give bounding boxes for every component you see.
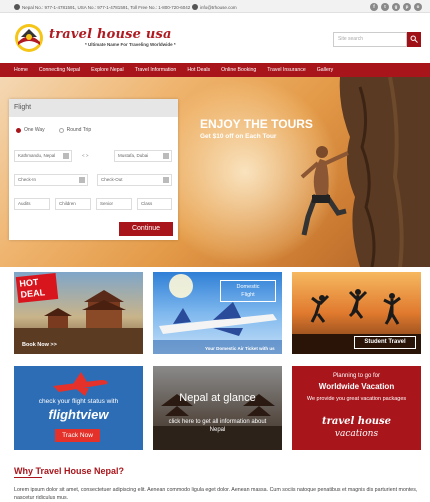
nepal-glance-title: Nepal at glance	[179, 392, 256, 404]
search-input[interactable]: Site search	[333, 32, 407, 47]
top-contact-bar: Nepal No.: 977-1-4781591, USA No.: 977-1…	[0, 0, 430, 13]
social-links: f t g p o	[370, 3, 422, 11]
radio-checked-icon	[16, 127, 21, 133]
swap-route-button[interactable]: < >	[82, 153, 89, 158]
hot-deal-badge: HOT DEAL	[15, 272, 59, 304]
from-value: Kathmandu, Nepal	[18, 153, 56, 158]
checkin-placeholder: Check-In	[18, 177, 37, 182]
checkin-field[interactable]: Check-In	[14, 174, 88, 186]
vacation-line-1: Planning to go for	[332, 373, 381, 379]
search-button[interactable]	[407, 32, 421, 47]
climber-rock-image	[300, 77, 430, 267]
logo-emblem-icon[interactable]	[14, 23, 44, 53]
why-heading: Why Travel House Nepal?	[14, 466, 125, 476]
one-way-radio[interactable]: One Way	[16, 127, 45, 133]
airplane-icon	[53, 372, 108, 396]
email-info[interactable]: info@trhouse.com	[192, 4, 237, 10]
tab-flight[interactable]: Flight	[9, 99, 178, 117]
student-travel-tile[interactable]: Student Travel	[292, 272, 421, 354]
track-now-button[interactable]: Track Now	[55, 429, 100, 442]
class-select[interactable]: Class	[137, 198, 172, 210]
site-header: travel house usa * Ultimate Name For Tra…	[0, 13, 430, 63]
phone-icon	[14, 4, 20, 10]
nepal-glance-text: click here to get all information about …	[168, 419, 267, 433]
radio-unchecked-icon	[58, 127, 64, 133]
trip-type-options: One Way Round Trip	[16, 127, 91, 133]
heading-underline	[14, 477, 42, 478]
pagoda-image	[153, 394, 282, 450]
nav-item-online-booking[interactable]: Online Booking	[221, 67, 256, 73]
brand-tagline: * Ultimate Name For Traveling Worldwide …	[85, 42, 176, 47]
one-way-label: One Way	[24, 127, 45, 133]
googleplus-icon[interactable]: g	[392, 3, 400, 11]
checkout-field[interactable]: Check-Out	[97, 174, 172, 186]
flightview-text: check your flight status with	[38, 398, 119, 405]
round-trip-radio[interactable]: Round Trip	[58, 127, 92, 133]
nav-item-gallery[interactable]: Gallery	[317, 67, 333, 73]
flight-booking-widget: Flight One Way Round Trip	[9, 99, 178, 240]
calendar-icon	[163, 177, 169, 183]
from-field[interactable]: Kathmandu, Nepal	[14, 150, 72, 162]
hot-deal-tile[interactable]: HOT DEAL Book Now >>	[14, 272, 143, 354]
hero-title: ENJOY THE TOURS	[200, 117, 313, 131]
to-value: Mustafa, Dubai	[118, 153, 149, 158]
nav-item-travel-insurance[interactable]: Travel Insurance	[267, 67, 305, 73]
adults-select[interactable]: Audits	[14, 198, 50, 210]
continue-button[interactable]: Continue	[119, 222, 173, 236]
search-icon	[410, 35, 418, 43]
vacation-brand-2: vacations	[334, 429, 379, 439]
twitter-icon[interactable]: t	[381, 3, 389, 11]
checkout-placeholder: Check-Out	[101, 177, 123, 182]
vacation-line-2: Worldwide Vacation	[318, 382, 395, 391]
phone-text: Nepal No.: 977-1-4781591, USA No.: 977-1…	[22, 4, 191, 10]
location-pin-icon	[63, 153, 69, 159]
class-value: Class	[141, 201, 153, 206]
book-now-link[interactable]: Book Now >>	[22, 342, 57, 348]
domestic-caption: Your Domestic Air Ticket with us	[205, 346, 275, 351]
senior-select[interactable]: Senior	[96, 198, 132, 210]
senior-value: Senior	[100, 201, 114, 206]
children-select[interactable]: Children	[55, 198, 91, 210]
worldwide-vacation-tile[interactable]: Planning to go for Worldwide Vacation We…	[292, 366, 421, 450]
adults-value: Audits	[18, 201, 31, 206]
nav-item-connecting-nepal[interactable]: Connecting Nepal	[39, 67, 80, 73]
vacation-brand-1: travel house	[321, 416, 392, 427]
flightview-tile[interactable]: check your flight status with flightview…	[14, 366, 143, 450]
domestic-flight-tile[interactable]: Domestic Flight Your Domestic Air Ticket…	[153, 272, 282, 354]
vacation-line-3: We provide you great vacation packages	[306, 396, 407, 402]
children-value: Children	[59, 201, 76, 206]
facebook-icon[interactable]: f	[370, 3, 378, 11]
hero-subtitle: Get $10 off on Each Tour	[200, 133, 277, 140]
phone-info: Nepal No.: 977-1-4781591, USA No.: 977-1…	[14, 4, 190, 10]
instagram-icon[interactable]: o	[414, 3, 422, 11]
to-field[interactable]: Mustafa, Dubai	[114, 150, 172, 162]
mail-icon	[192, 4, 198, 10]
pinterest-icon[interactable]: p	[403, 3, 411, 11]
main-nav: Home Connecting Nepal Explore Nepal Trav…	[0, 63, 430, 77]
email-text[interactable]: info@trhouse.com	[200, 5, 237, 10]
nepal-at-glance-tile[interactable]: Nepal at glance click here to get all in…	[153, 366, 282, 450]
flightview-brand: flightview	[48, 407, 109, 422]
student-travel-label: Student Travel	[354, 336, 416, 349]
location-pin-icon	[163, 153, 169, 159]
brand-name[interactable]: travel house usa	[49, 27, 172, 42]
nav-item-explore-nepal[interactable]: Explore Nepal	[91, 67, 124, 73]
nav-item-hot-deals[interactable]: Hot Deals	[187, 67, 210, 73]
round-trip-label: Round Trip	[66, 127, 92, 133]
domestic-flight-title: Domestic Flight	[220, 280, 276, 302]
nav-item-travel-information[interactable]: Travel Information	[135, 67, 177, 73]
calendar-icon	[79, 177, 85, 183]
nav-item-home[interactable]: Home	[14, 67, 28, 73]
